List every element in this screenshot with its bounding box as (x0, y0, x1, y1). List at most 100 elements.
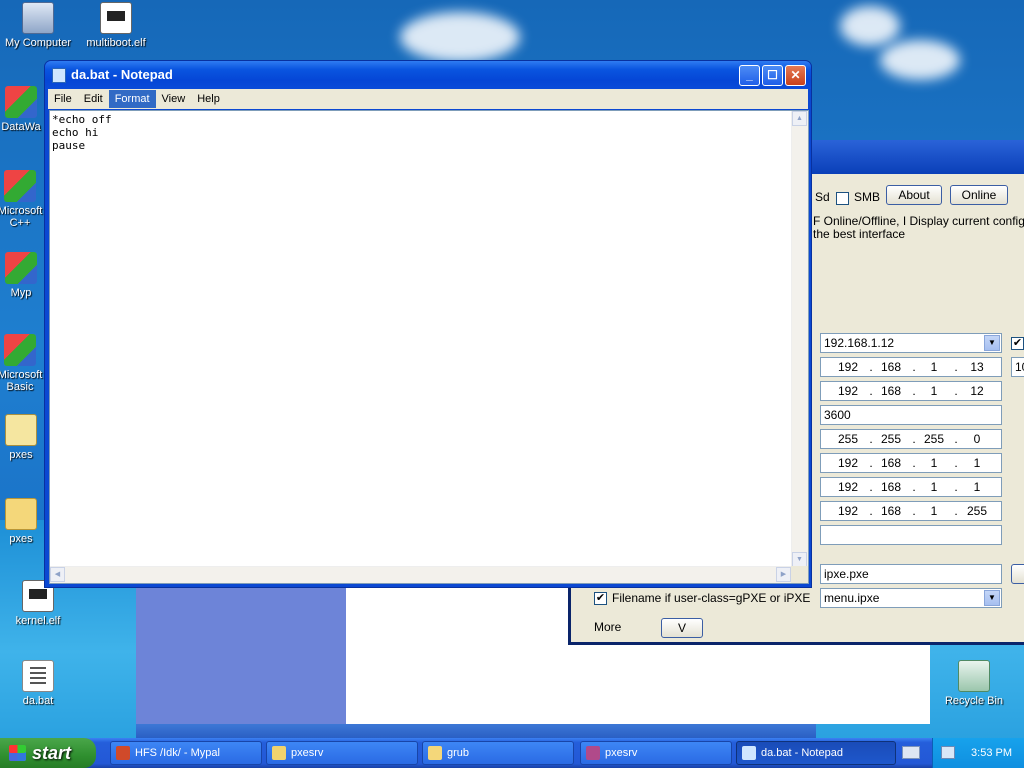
desktop-icon-my-computer[interactable]: My Computer (0, 2, 76, 49)
desktop-icon-label: Myp (10, 287, 32, 299)
recycle-bin-icon (958, 660, 990, 692)
menu-view[interactable]: View (156, 90, 192, 108)
boot-file-field[interactable]: ipxe.pxe (820, 564, 1002, 584)
zip-icon (5, 414, 37, 446)
more-button[interactable]: V (661, 618, 703, 638)
menu-bar: File Edit Format View Help (48, 89, 808, 109)
resize-grip[interactable] (791, 566, 808, 583)
editor-content[interactable]: *echo off echo hi pause (50, 111, 808, 154)
empty-field[interactable] (820, 525, 1002, 545)
chevron-down-icon: ▼ (984, 335, 1000, 351)
background-window-panel (136, 588, 346, 724)
menu-file[interactable]: File (48, 90, 78, 108)
desktop-icon-microsoft-basic[interactable]: Microsoft Basic (0, 334, 46, 393)
notepad-icon (52, 68, 66, 83)
keyboard-icon[interactable] (902, 746, 920, 759)
text-editor[interactable]: *echo off echo hi pause ▲ ▼ ◀ ▶ (49, 110, 809, 584)
enable-checkbox[interactable]: ✔ (1011, 337, 1024, 350)
desktop-icon-label: DataWa (1, 121, 41, 133)
about-button[interactable]: About (886, 185, 942, 205)
notepad-window: da.bat - Notepad _ ☐ ✕ File Edit Format … (44, 60, 812, 588)
scroll-right-icon[interactable]: ▶ (776, 567, 791, 582)
desktop-icon-pxes-zip[interactable]: pxes (0, 414, 46, 461)
app-icon (5, 86, 37, 118)
maximize-button[interactable]: ☐ (762, 65, 783, 86)
ip-octet: 13 (970, 360, 984, 374)
zip-icon (272, 746, 286, 760)
cloud (880, 40, 960, 80)
ip-octet: 1 (930, 456, 938, 470)
batch-file-icon (22, 660, 54, 692)
filename-checkbox-label: Filename if user-class=gPXE or iPXE (612, 591, 811, 605)
minimize-button[interactable]: _ (739, 65, 760, 86)
smb-checkbox[interactable] (836, 192, 849, 205)
browse-button[interactable] (1011, 564, 1024, 584)
menu-edit[interactable]: Edit (78, 90, 109, 108)
info-text: F Online/Offline, I Display current conf… (813, 214, 1024, 228)
task-grub[interactable]: grub (422, 741, 574, 765)
start-button[interactable]: start (0, 738, 96, 768)
task-mypal[interactable]: HFS /Idk/ - Mypal (110, 741, 262, 765)
desktop-icon-label: multiboot.elf (86, 37, 146, 49)
desktop-icon-label: Microsoft Basic (0, 369, 43, 393)
task-pxesrv-app[interactable]: pxesrv (580, 741, 732, 765)
dns-field[interactable]: 192 . 168 . 1 . 1 (820, 477, 1002, 497)
network-icon[interactable] (941, 746, 955, 759)
ip-octet: 1 (930, 384, 938, 398)
app-icon (586, 746, 600, 760)
side-field[interactable]: 10 (1011, 357, 1024, 377)
vertical-scrollbar[interactable]: ▲ ▼ (791, 111, 808, 567)
task-label: pxesrv (291, 747, 324, 759)
info-text: the best interface (813, 227, 906, 241)
horizontal-scrollbar[interactable]: ◀ ▶ (50, 566, 791, 583)
desktop-icon-label: kernel.elf (15, 615, 61, 627)
ip-octet: 1 (930, 480, 938, 494)
desktop-icon-da-bat[interactable]: da.bat (0, 660, 76, 707)
ip-octet: 192 (837, 456, 859, 470)
netmask-field[interactable]: 255 . 255 . 255 . 0 (820, 429, 1002, 449)
desktop-icon-pxes-folder[interactable]: pxes (0, 498, 46, 545)
notepad-titlebar[interactable]: da.bat - Notepad _ ☐ ✕ (45, 61, 811, 89)
gateway-field[interactable]: 192 . 168 . 1 . 1 (820, 453, 1002, 473)
desktop-icon-label: pxes (9, 449, 33, 461)
app-icon (4, 334, 36, 366)
chevron-down-icon: ▼ (984, 590, 1000, 606)
task-label: pxesrv (605, 747, 638, 759)
desktop-icon-recycle-bin[interactable]: Recycle Bin (936, 660, 1012, 707)
desktop-icon-label: Microsoft C++ (0, 205, 43, 229)
folder-icon (5, 498, 37, 530)
background-window-titlebar (136, 724, 816, 738)
desktop-icon-multiboot-elf[interactable]: multiboot.elf (78, 2, 154, 49)
clock[interactable]: 3:53 PM (971, 738, 1012, 768)
scroll-up-icon[interactable]: ▲ (792, 111, 807, 126)
scroll-down-icon[interactable]: ▼ (792, 552, 807, 567)
ip-dropdown-value: 192.168.1.12 (824, 336, 895, 350)
task-label: HFS /Idk/ - Mypal (135, 747, 220, 759)
filename-checkbox[interactable]: ✔ (594, 592, 607, 605)
desktop-icon-datawa[interactable]: DataWa (0, 86, 46, 133)
task-pxesrv[interactable]: pxesrv (266, 741, 418, 765)
task-notepad[interactable]: da.bat - Notepad (736, 741, 896, 765)
ip-octet: 255 (923, 432, 945, 446)
my-computer-icon (22, 2, 54, 34)
menu-file-dropdown[interactable]: menu.ipxe ▼ (820, 588, 1002, 608)
desktop-icon-myp[interactable]: Myp (0, 252, 46, 299)
broadcast-field[interactable]: 192 . 168 . 1 . 255 (820, 501, 1002, 521)
desktop-icon-microsoft-cpp[interactable]: Microsoft C++ (0, 170, 46, 229)
ip-octet: 1 (973, 456, 981, 470)
ip-octet: 0 (973, 432, 981, 446)
online-button[interactable]: Online (950, 185, 1008, 205)
scroll-left-icon[interactable]: ◀ (50, 567, 65, 582)
ip-field[interactable]: 192 . 168 . 1 . 13 (820, 357, 1002, 377)
close-button[interactable]: ✕ (785, 65, 806, 86)
windows-logo-icon (9, 745, 26, 761)
menu-file-value: menu.ipxe (824, 591, 880, 605)
task-label: da.bat - Notepad (761, 747, 843, 759)
ip-field[interactable]: 192 . 168 . 1 . 12 (820, 381, 1002, 401)
lease-field[interactable]: 3600 (820, 405, 1002, 425)
ip-octet: 12 (970, 384, 984, 398)
menu-help[interactable]: Help (191, 90, 226, 108)
ip-dropdown[interactable]: 192.168.1.12 ▼ (820, 333, 1002, 353)
smb-label: SMB (854, 190, 881, 204)
menu-format[interactable]: Format (108, 90, 156, 108)
